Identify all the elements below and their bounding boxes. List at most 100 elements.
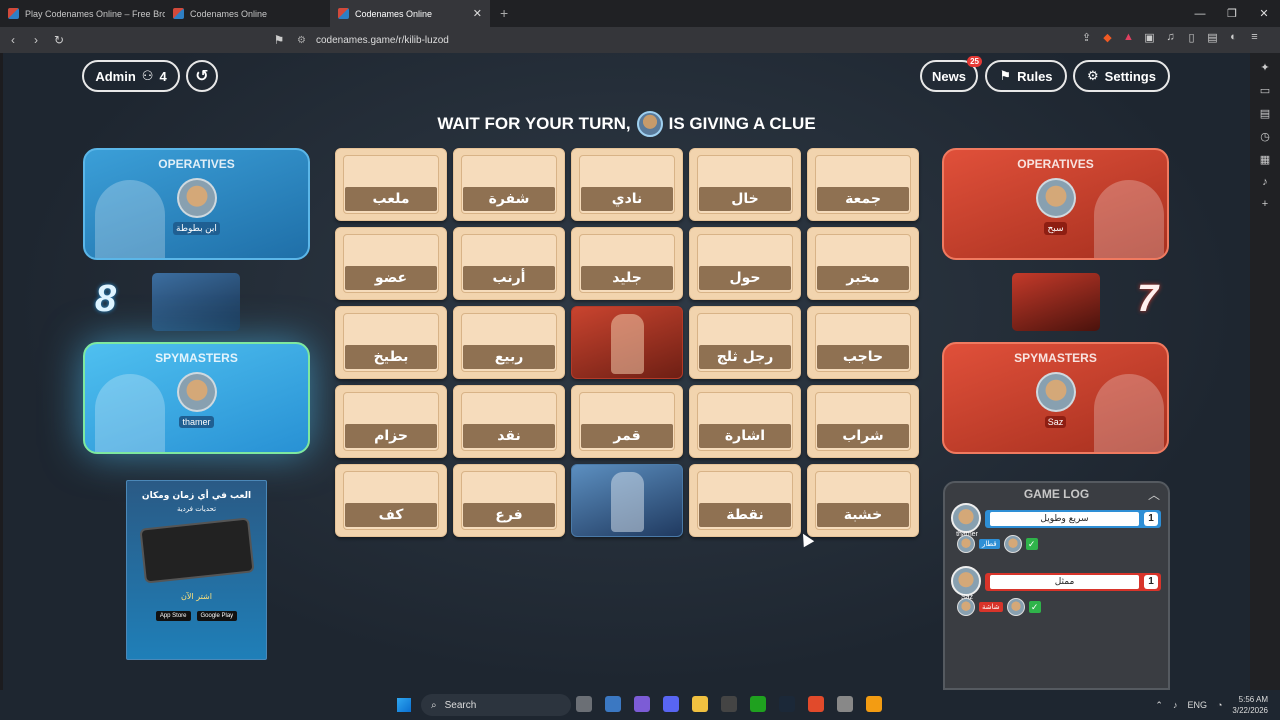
admin-button[interactable]: Admin ⚇ 4 [82, 60, 180, 92]
url-field[interactable]: ⚙ codenames.game/r/kilib-luzod [297, 35, 449, 46]
card-word: عضو [345, 266, 437, 290]
word-card[interactable]: اشارة [689, 385, 801, 458]
browser-tab-active[interactable]: Codenames Online ✕ [330, 0, 490, 27]
reading-list-icon[interactable]: ▦ [1260, 153, 1270, 166]
word-card[interactable]: قمر [571, 385, 683, 458]
minimize-icon[interactable]: — [1184, 8, 1216, 20]
red-spymasters-panel[interactable]: SPYMASTERS Saz [942, 342, 1169, 454]
word-card[interactable]: ربيع [453, 306, 565, 379]
taskbar-search[interactable]: ⌕ Search [421, 694, 571, 716]
card-word: نقطة [699, 503, 791, 527]
add-icon[interactable]: + [1262, 198, 1268, 210]
word-card[interactable]: جمعة [807, 148, 919, 221]
history-icon[interactable]: ◷ [1260, 130, 1270, 143]
word-card[interactable]: كف [335, 464, 447, 537]
word-card[interactable]: نقطة [689, 464, 801, 537]
pip-icon[interactable]: ▣ [1144, 31, 1155, 44]
app-store-badge[interactable]: App Store [155, 611, 191, 621]
start-icon[interactable] [397, 698, 411, 712]
clock[interactable]: 5:56 AM 3/22/2026 [1232, 694, 1268, 716]
xbox-icon[interactable] [750, 696, 766, 712]
ai-icon[interactable]: ✦ [1260, 61, 1269, 74]
vpn-icon[interactable]: ◐ [1228, 31, 1239, 44]
word-card[interactable]: خال [689, 148, 801, 221]
task-view-icon[interactable] [576, 696, 592, 712]
word-card[interactable] [571, 306, 683, 379]
collapse-icon[interactable]: ︿ [1148, 486, 1160, 503]
word-card[interactable]: خشبة [807, 464, 919, 537]
word-card[interactable]: شراب [807, 385, 919, 458]
word-card[interactable]: حزام [335, 385, 447, 458]
forward-icon[interactable]: › [26, 33, 46, 47]
browser-tab[interactable]: Codenames Online [165, 0, 330, 27]
share-icon[interactable]: ⇪ [1081, 31, 1092, 44]
sidebar-toggle-icon[interactable]: ▯ [1186, 31, 1197, 44]
reload-icon[interactable]: ↻ [49, 33, 69, 47]
back-icon[interactable]: ‹ [3, 33, 23, 47]
word-card[interactable]: حول [689, 227, 801, 300]
rules-button[interactable]: ⚑ Rules [985, 60, 1067, 92]
word-card[interactable] [571, 464, 683, 537]
menu-icon[interactable]: ≡ [1249, 31, 1260, 44]
wallet-icon[interactable]: ▤ [1260, 107, 1270, 120]
blue-spymasters-panel[interactable]: SPYMASTERS thamer [83, 342, 310, 454]
check-icon: ✓ [1025, 538, 1038, 550]
word-card[interactable]: ملعب [335, 148, 447, 221]
app-icon[interactable] [634, 696, 650, 712]
card-word: حزام [345, 424, 437, 448]
app-icon[interactable] [692, 696, 708, 712]
browser-icon[interactable] [808, 696, 824, 712]
news-button[interactable]: News 25 [920, 56, 982, 92]
close-window-icon[interactable]: ✕ [1248, 7, 1280, 20]
discord-icon[interactable] [663, 696, 679, 712]
chevron-up-icon[interactable]: ⌃ [1155, 700, 1163, 711]
close-tab-icon[interactable]: ✕ [473, 7, 482, 20]
browser-tab[interactable]: Play Codenames Online – Free Brows [0, 0, 165, 27]
blue-operative-player: ابن بطوطة [172, 178, 222, 236]
blue-agent-image [152, 273, 240, 331]
word-card[interactable]: بطيخ [335, 306, 447, 379]
word-card[interactable]: مخبر [807, 227, 919, 300]
site-info-icon[interactable]: ⚙ [297, 35, 306, 46]
word-card[interactable]: فرع [453, 464, 565, 537]
restart-button[interactable]: ↺ [186, 60, 218, 92]
blue-operatives-panel[interactable]: OPERATIVES ابن بطوطة [83, 148, 310, 260]
check-icon: ✓ [1028, 601, 1041, 613]
app-advert[interactable]: العب في أي زمان ومكان تحديات فردية اشتر … [126, 480, 267, 660]
word-card[interactable]: عضو [335, 227, 447, 300]
google-play-badge[interactable]: Google Play [196, 611, 238, 621]
word-card[interactable]: جليد [571, 227, 683, 300]
word-card[interactable]: حاجب [807, 306, 919, 379]
card-word: نادي [581, 187, 673, 211]
overwatch-icon[interactable] [866, 696, 882, 712]
settings-icon[interactable] [837, 696, 853, 712]
app-icon[interactable] [721, 696, 737, 712]
steam-icon[interactable] [779, 696, 795, 712]
red-operatives-panel[interactable]: OPERATIVES سبح [942, 148, 1169, 260]
search-icon: ⌕ [431, 699, 437, 711]
restore-icon[interactable]: ❐ [1216, 7, 1248, 20]
shield-icon[interactable]: ◆ [1102, 31, 1113, 44]
avatar [176, 178, 217, 218]
word-card[interactable]: أرنب [453, 227, 565, 300]
network-icon[interactable]: ◔ [1217, 700, 1222, 710]
word-card[interactable]: رجل ثلج [689, 306, 801, 379]
rewards-icon[interactable]: ▲ [1123, 31, 1134, 44]
bookmark-icon[interactable]: ⚑ [269, 33, 289, 47]
agent-silhouette [95, 374, 165, 452]
new-tab-icon[interactable]: + [500, 0, 508, 27]
music-icon[interactable]: ♪ [1262, 176, 1268, 188]
extensions-area: ⇪ ◆ ▲ ▣ ♫ ▯ ▤ ◐ ≡ [1081, 31, 1260, 44]
word-card[interactable]: نقد [453, 385, 565, 458]
volume-icon[interactable]: ♪ [1173, 700, 1178, 710]
word-card[interactable]: شفرة [453, 148, 565, 221]
store-icon[interactable] [605, 696, 621, 712]
tabs-icon[interactable]: ▭ [1260, 84, 1270, 97]
language-indicator[interactable]: ENG [1187, 700, 1207, 710]
music-icon[interactable]: ♫ [1165, 31, 1176, 44]
card-word: نقد [463, 424, 555, 448]
wallet-icon[interactable]: ▤ [1207, 31, 1218, 44]
bookmark-icon: ⚑ [999, 68, 1012, 83]
word-card[interactable]: نادي [571, 148, 683, 221]
settings-button[interactable]: ⚙ Settings [1073, 60, 1170, 92]
